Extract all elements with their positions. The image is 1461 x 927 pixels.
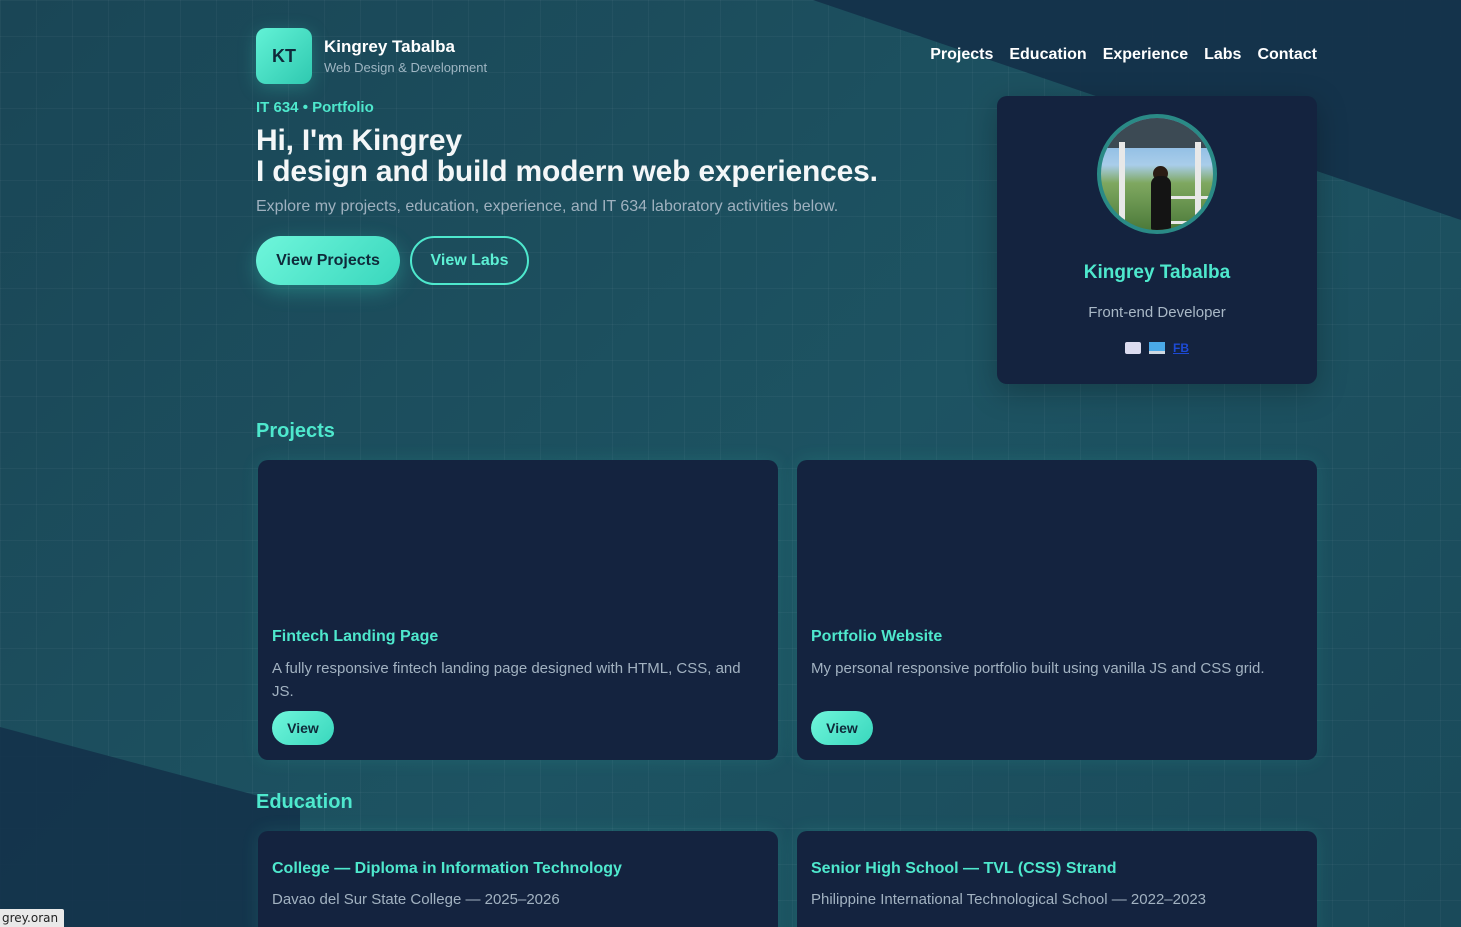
hero-title-line-2: I design and build modern web experience…: [256, 155, 878, 188]
nav-link-projects[interactable]: Projects: [930, 46, 993, 64]
nav-link-experience[interactable]: Experience: [1103, 46, 1188, 64]
hero-title-line-1: Hi, I'm Kingrey: [256, 124, 462, 157]
profile-links: FB: [1125, 341, 1189, 355]
brand-name: Kingrey Tabalba: [324, 37, 455, 56]
projects-heading: Projects: [256, 420, 335, 442]
education-detail: Philippine International Technological S…: [811, 891, 1207, 908]
background-shape-bottom: [0, 727, 300, 927]
facebook-link[interactable]: FB: [1173, 341, 1189, 355]
education-title: College — Diploma in Information Technol…: [272, 860, 622, 877]
nav-link-contact[interactable]: Contact: [1257, 46, 1317, 64]
brand-text: Kingrey Tabalba Web Design & Development: [324, 37, 487, 75]
project-view-button[interactable]: View: [811, 711, 873, 745]
education-detail: Davao del Sur State College — 2025–2026: [272, 891, 560, 908]
education-card: Senior High School — TVL (CSS) Strand Ph…: [797, 831, 1317, 927]
brand-logo[interactable]: KT: [256, 28, 312, 84]
profile-role: Front-end Developer: [1088, 304, 1226, 321]
project-view-button[interactable]: View: [272, 711, 334, 745]
project-title: Fintech Landing Page: [272, 628, 439, 645]
main-nav: Projects Education Experience Labs Conta…: [930, 46, 1317, 64]
education-card: College — Diploma in Information Technol…: [258, 831, 778, 927]
laptop-icon[interactable]: [1149, 342, 1165, 354]
profile-name: Kingrey Tabalba: [1083, 262, 1231, 283]
status-bar-url: grey.oran: [0, 909, 65, 927]
hero-eyebrow: IT 634 • Portfolio: [256, 99, 374, 116]
view-labs-button[interactable]: View Labs: [410, 236, 529, 285]
education-heading: Education: [256, 791, 353, 813]
project-description: My personal responsive portfolio built u…: [811, 660, 1265, 677]
project-card: Fintech Landing Page A fully responsive …: [258, 460, 778, 760]
profile-card: Kingrey Tabalba Front-end Developer FB: [997, 96, 1317, 384]
brand-subtitle: Web Design & Development: [324, 60, 488, 75]
brand[interactable]: KT Kingrey Tabalba Web Design & Developm…: [256, 28, 487, 84]
project-title: Portfolio Website: [811, 628, 943, 645]
mail-icon[interactable]: [1125, 342, 1141, 354]
avatar: [1097, 114, 1217, 234]
hero-description: Explore my projects, education, experien…: [256, 198, 839, 215]
nav-link-labs[interactable]: Labs: [1204, 46, 1241, 64]
project-description: A fully responsive fintech landing page …: [272, 660, 741, 700]
hero-title: Hi, I'm Kingrey I design and build moder…: [256, 125, 878, 187]
project-card: Portfolio Website My personal responsive…: [797, 460, 1317, 760]
education-title: Senior High School — TVL (CSS) Strand: [811, 860, 1117, 877]
nav-link-education[interactable]: Education: [1009, 46, 1086, 64]
view-projects-button[interactable]: View Projects: [256, 236, 400, 285]
